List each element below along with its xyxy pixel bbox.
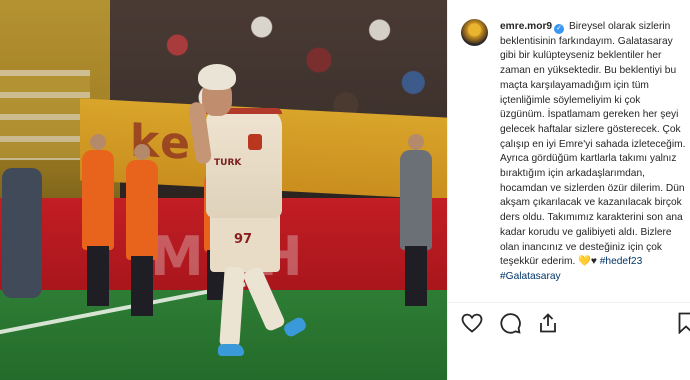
- player-boot: [281, 315, 309, 339]
- avatar[interactable]: [461, 19, 488, 46]
- club-badge: [248, 134, 262, 150]
- comment-bubble-icon[interactable]: [498, 311, 522, 335]
- player: 97 TURK: [187, 62, 312, 362]
- steward: [126, 144, 158, 316]
- yellow-heart-icon: 💛: [578, 256, 591, 268]
- divider: [448, 302, 690, 303]
- caption-text: Bireysel olarak sizlerin beklentisinin f…: [500, 21, 686, 268]
- black-heart-icon: ♥: [590, 256, 597, 268]
- bookmark-icon[interactable]: [678, 312, 690, 335]
- verified-badge-icon: ✓: [554, 24, 565, 34]
- post-panel: emre.mor9 ✓ Bireysel olarak sizlerin bekl…: [447, 0, 690, 380]
- username[interactable]: emre.mor9: [500, 21, 552, 32]
- share-upload-icon[interactable]: [536, 311, 560, 335]
- player-hair: [198, 64, 236, 90]
- steward: [400, 134, 432, 306]
- stadium-steps: [0, 70, 90, 160]
- hashtag-link[interactable]: #Galatasaray: [500, 271, 561, 282]
- post-caption: emre.mor9 ✓ Bireysel olarak sizlerin bekl…: [500, 20, 686, 285]
- photographer: [2, 168, 42, 298]
- shirt-sponsor: TURK: [214, 158, 242, 168]
- hashtag-link[interactable]: #hedef23: [600, 256, 643, 267]
- player-boot: [218, 344, 244, 356]
- steward: [82, 134, 114, 306]
- player-number: 97: [234, 232, 253, 247]
- post-photo[interactable]: keT MAH 97 TURK: [0, 0, 447, 380]
- player-leg: [219, 266, 245, 348]
- player-leg: [241, 265, 287, 333]
- post-actions: [460, 310, 560, 336]
- heart-outline-icon[interactable]: [460, 311, 484, 335]
